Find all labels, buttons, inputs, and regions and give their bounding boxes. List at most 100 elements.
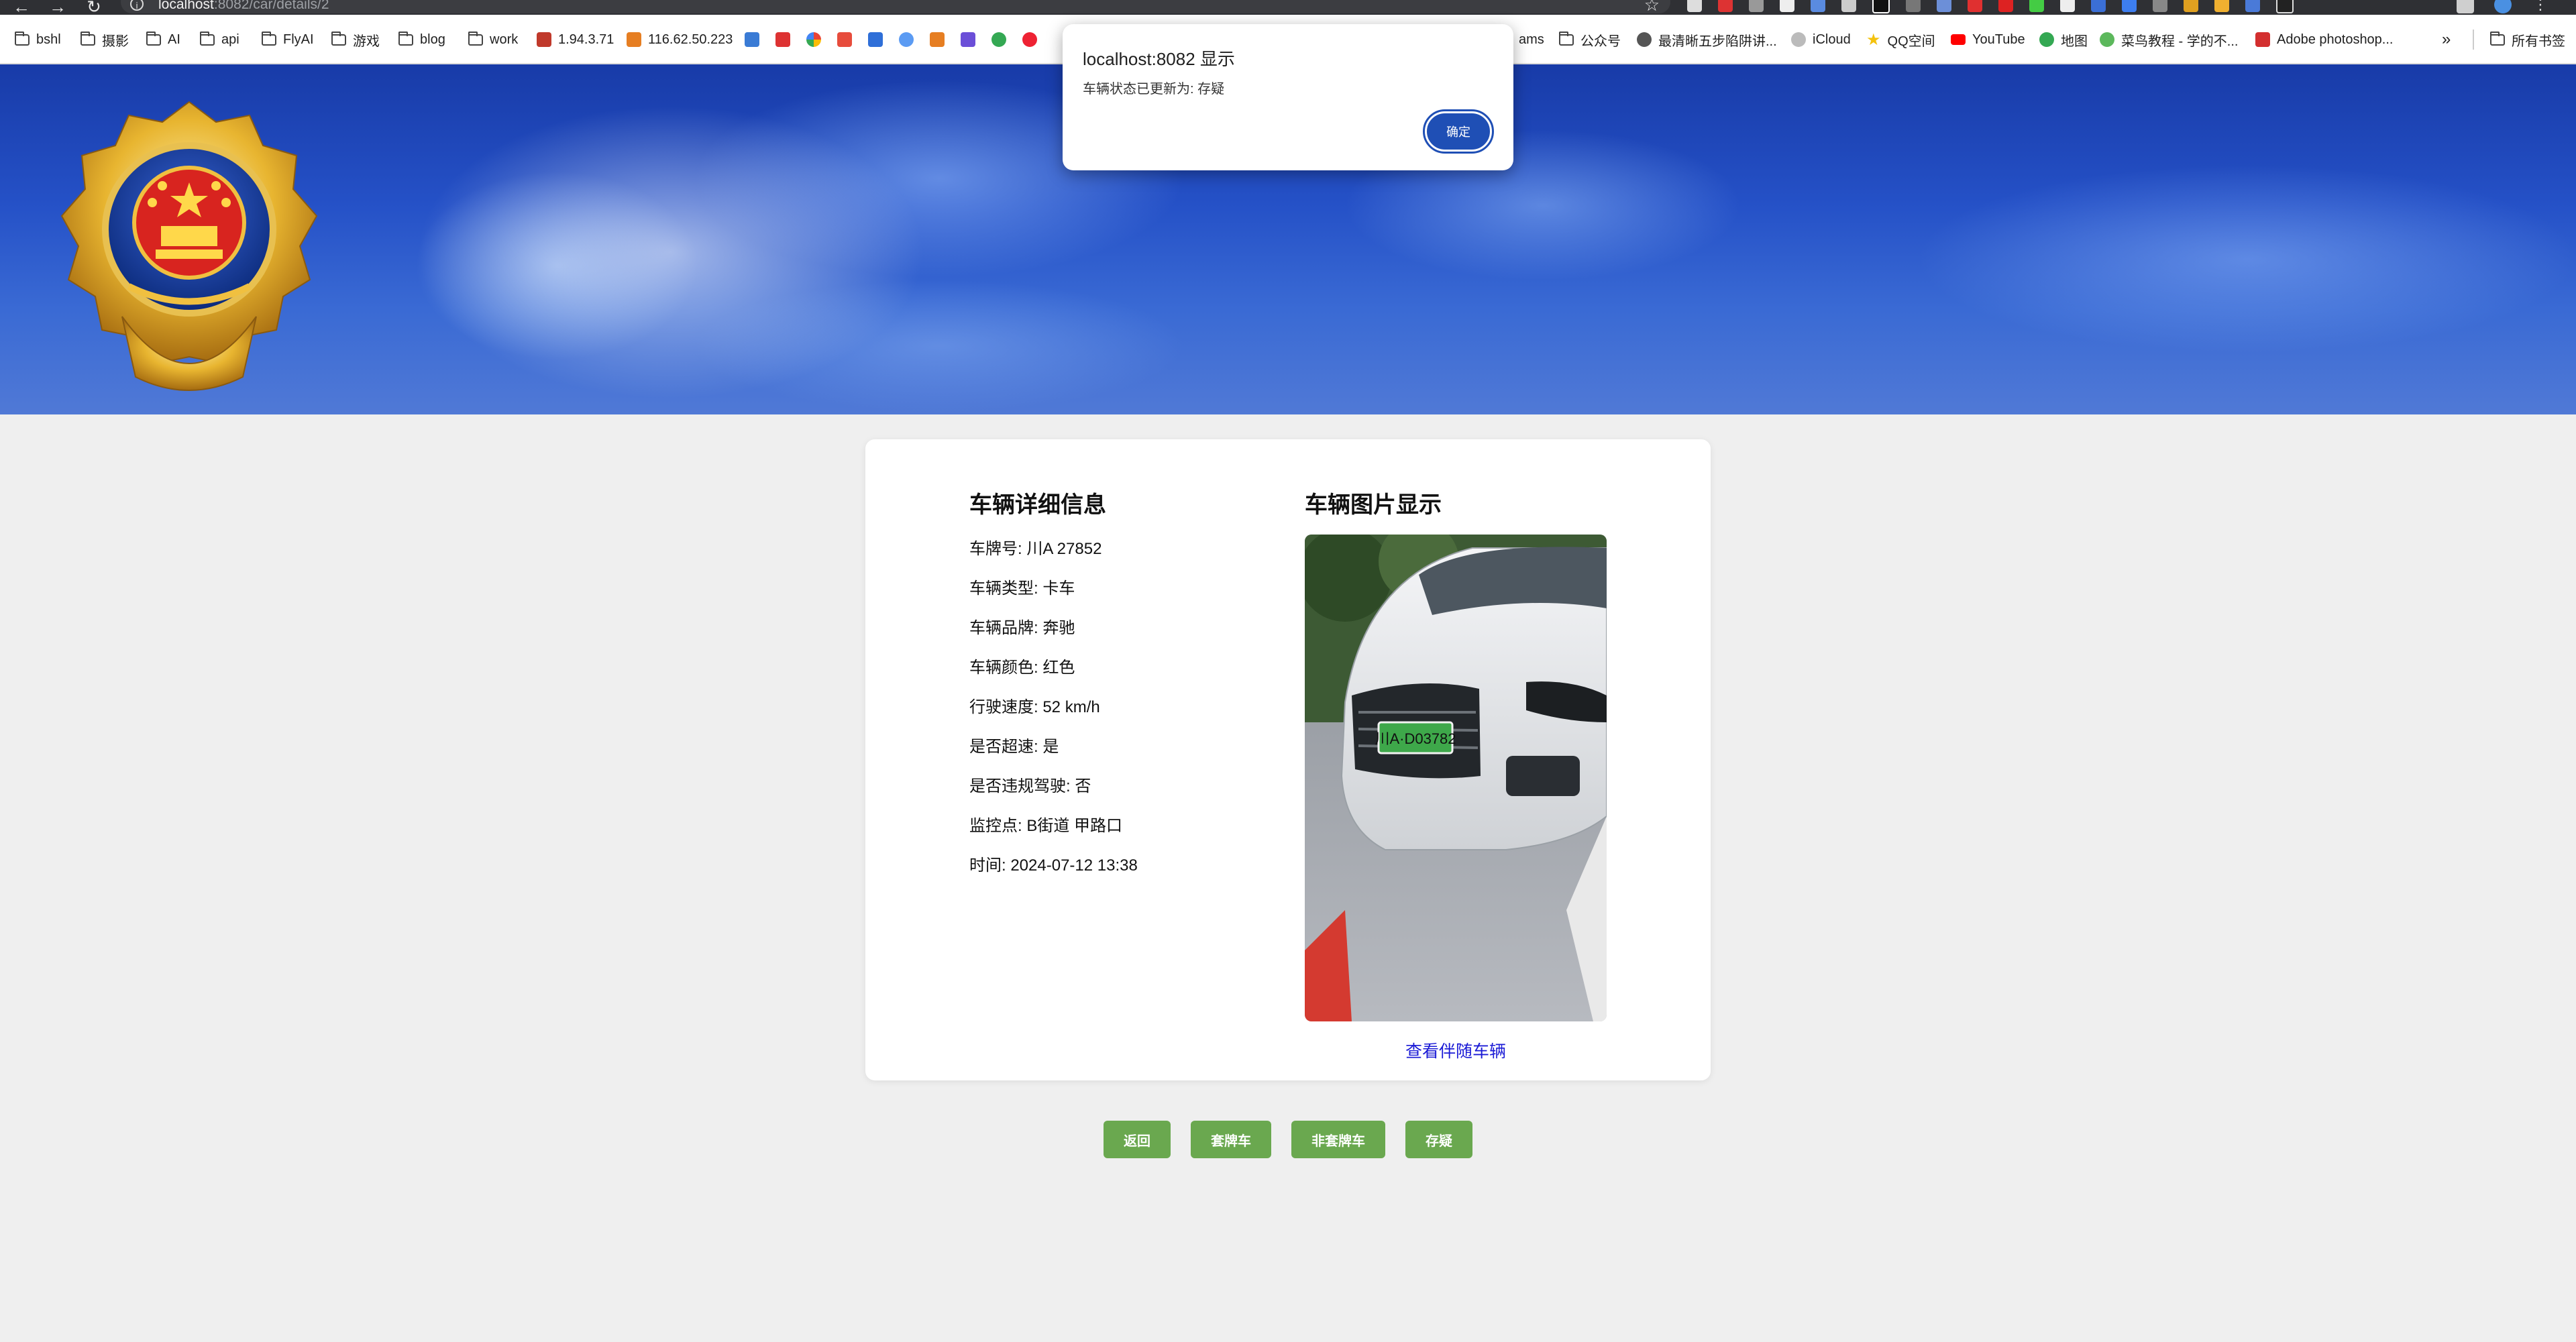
- site-info-icon[interactable]: i: [130, 0, 144, 11]
- bookmark-item[interactable]: api: [200, 31, 239, 48]
- url-host: localhost: [158, 0, 214, 12]
- reload-icon[interactable]: ↻: [85, 0, 103, 17]
- timestamp: 时间: 2024-07-12 13:38: [969, 856, 1138, 875]
- bookmark-favicon-icon[interactable]: [961, 32, 975, 47]
- extensions-strip: [1687, 0, 2412, 13]
- apple-icon: [1791, 32, 1806, 47]
- folder-icon: [200, 31, 215, 46]
- bookmark-item[interactable]: Adobe photoshop...: [2255, 31, 2393, 48]
- extension-icon[interactable]: [2153, 0, 2167, 12]
- extension-icon[interactable]: [1968, 0, 1982, 12]
- adobe-icon: [2255, 32, 2270, 47]
- bookmark-item[interactable]: 地图: [2039, 31, 2088, 49]
- bookmark-item[interactable]: ams: [1519, 31, 1544, 48]
- bookmark-item[interactable]: FlyAI: [262, 31, 314, 48]
- extension-icon[interactable]: [2245, 0, 2260, 12]
- extension-icon[interactable]: [1718, 0, 1733, 12]
- bookmark-item[interactable]: YouTube: [1951, 31, 2025, 48]
- bookmark-favicon-icon[interactable]: [837, 32, 852, 47]
- photo-title: 车辆图片显示: [1305, 492, 1442, 518]
- extension-icon[interactable]: [1998, 0, 2013, 12]
- extension-icon[interactable]: [1872, 0, 1890, 13]
- extension-icon[interactable]: [1841, 0, 1856, 12]
- police-emblem-logo: [60, 101, 318, 391]
- bookmark-item[interactable]: AI: [146, 31, 180, 48]
- dialog-message: 车辆状态已更新为: 存疑: [1083, 82, 1225, 97]
- bookmark-favicons: [745, 31, 1037, 48]
- folder-icon: [1559, 31, 1574, 46]
- extension-icon[interactable]: [2060, 0, 2075, 12]
- folder-icon: [262, 31, 276, 46]
- dialog-ok-button[interactable]: 确定: [1423, 109, 1494, 154]
- bookmark-item[interactable]: 游戏: [331, 31, 380, 49]
- bookmark-item[interactable]: 最清晰五步陷阱讲...: [1637, 31, 1777, 49]
- runoob-icon: [2100, 32, 2114, 47]
- alert-dialog: localhost:8082 显示 车辆状态已更新为: 存疑 确定: [1063, 24, 1513, 170]
- search-icon[interactable]: [899, 32, 914, 47]
- vehicle-type: 车辆类型: 卡车: [969, 579, 1075, 598]
- cloned-plate-button[interactable]: 套牌车: [1191, 1121, 1271, 1158]
- extension-icon[interactable]: [1906, 0, 1921, 12]
- folder-icon: [398, 31, 413, 46]
- bookmark-item[interactable]: 公众号: [1559, 31, 1621, 49]
- youtube-icon: [1951, 34, 1966, 45]
- folder-icon: [15, 31, 30, 46]
- extension-icon[interactable]: [1749, 0, 1764, 12]
- menu-kebab-icon[interactable]: ⋮: [2532, 0, 2549, 13]
- zhihu-icon[interactable]: [868, 32, 883, 47]
- extension-icon[interactable]: [2029, 0, 2044, 12]
- url-path: :8082/car/details/2: [213, 0, 329, 12]
- server-icon: [627, 32, 641, 47]
- extensions-puzzle-icon[interactable]: [2457, 0, 2474, 13]
- bookmark-star-icon[interactable]: ☆: [1644, 0, 1660, 15]
- bookmark-favicon-icon[interactable]: [930, 32, 945, 47]
- vehicle-color: 车辆颜色: 红色: [969, 659, 1075, 677]
- bookmark-item[interactable]: iCloud: [1791, 31, 1851, 48]
- bookmark-favicon-icon[interactable]: [745, 32, 759, 47]
- extension-icon[interactable]: [2184, 0, 2198, 12]
- map-pin-icon: [2039, 32, 2054, 47]
- bookmark-item[interactable]: blog: [398, 31, 445, 48]
- extension-icon[interactable]: [2276, 0, 2294, 13]
- extension-icon[interactable]: [1780, 0, 1794, 12]
- bookmark-item[interactable]: 摄影: [80, 31, 129, 49]
- view-companion-vehicles-link[interactable]: 查看伴随车辆: [1305, 1038, 1607, 1062]
- chrome-icon[interactable]: [991, 32, 1006, 47]
- bookmark-favicon-icon[interactable]: [775, 32, 790, 47]
- server-icon: [537, 32, 551, 47]
- extension-icon[interactable]: [2214, 0, 2229, 12]
- is-speeding: 是否超速: 是: [969, 738, 1059, 756]
- is-violation: 是否违规驾驶: 否: [969, 777, 1091, 795]
- vehicle-photo: 川A·D03782: [1305, 535, 1607, 1021]
- toolbar-right: ⋮: [2457, 0, 2549, 13]
- extension-icon[interactable]: [1687, 0, 1702, 12]
- url-text[interactable]: localhost:8082/car/details/2: [158, 0, 329, 13]
- bookmark-item[interactable]: bshl: [15, 31, 61, 48]
- address-bar[interactable]: i localhost:8082/car/details/2 ☆: [121, 0, 1670, 15]
- monitoring-point: 监控点: B街道 甲路口: [969, 817, 1123, 835]
- details-title: 车辆详细信息: [969, 492, 1106, 518]
- vehicle-details-card: 车辆详细信息 车牌号: 川A 27852 车辆类型: 卡车 车辆品牌: 奔驰 车…: [865, 439, 1711, 1080]
- not-cloned-plate-button[interactable]: 非套牌车: [1291, 1121, 1385, 1158]
- profile-avatar-icon[interactable]: [2494, 0, 2512, 13]
- bookmark-item[interactable]: 116.62.50.223: [627, 31, 733, 48]
- site-icon: [1637, 32, 1652, 47]
- extension-icon[interactable]: [2091, 0, 2106, 12]
- extension-icon[interactable]: [1811, 0, 1825, 12]
- weibo-icon[interactable]: [1022, 32, 1037, 47]
- bookmark-item[interactable]: 1.94.3.71: [537, 31, 614, 48]
- license-plate-text: 川A·D03782: [1375, 730, 1456, 747]
- star-icon: ★: [1866, 30, 1881, 49]
- back-arrow-icon[interactable]: ←: [12, 0, 31, 17]
- extension-icon[interactable]: [2122, 0, 2137, 12]
- back-button[interactable]: 返回: [1104, 1121, 1171, 1158]
- more-bookmarks-chevron[interactable]: »: [2442, 30, 2451, 48]
- all-bookmarks[interactable]: 所有书签: [2490, 31, 2565, 49]
- bookmark-item[interactable]: work: [468, 31, 518, 48]
- bookmark-item[interactable]: 菜鸟教程 - 学的不...: [2100, 31, 2238, 49]
- suspicious-button[interactable]: 存疑: [1405, 1121, 1472, 1158]
- bookmark-item[interactable]: ★ QQ空间: [1866, 30, 1935, 49]
- google-icon[interactable]: [806, 32, 821, 47]
- forward-arrow-icon[interactable]: →: [48, 0, 67, 17]
- extension-icon[interactable]: [1937, 0, 1951, 12]
